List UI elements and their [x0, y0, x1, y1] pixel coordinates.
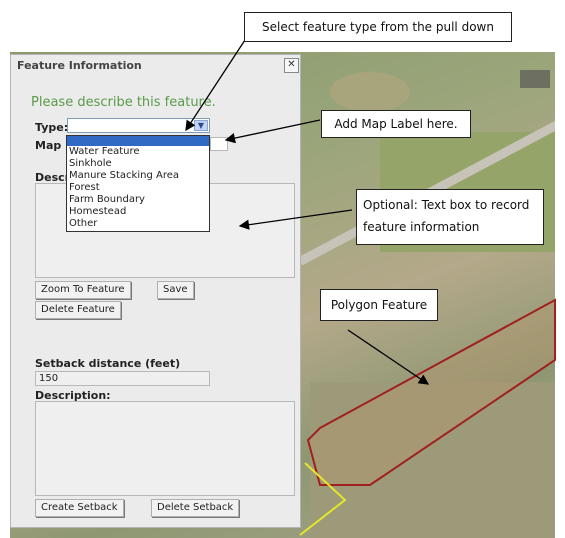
close-icon[interactable]: ✕ — [284, 58, 299, 73]
dropdown-option[interactable]: Sinkhole — [67, 158, 209, 170]
map-building — [520, 70, 550, 88]
setback-distance-value: 150 — [39, 373, 59, 384]
dropdown-option[interactable]: Manure Stacking Area — [67, 170, 209, 182]
setback-distance-label: Setback distance (feet) — [35, 357, 181, 370]
type-dropdown-list[interactable]: Water Feature Sinkhole Manure Stacking A… — [66, 135, 210, 232]
setback-distance-input[interactable]: 150 — [35, 371, 210, 386]
dropdown-selected-blank[interactable] — [67, 136, 209, 146]
dropdown-option[interactable]: Homestead — [67, 206, 209, 218]
callout-optional-text: Optional: Text box to record feature inf… — [356, 189, 544, 245]
dropdown-option[interactable]: Other — [67, 218, 209, 230]
map-field-bottom — [310, 382, 555, 538]
type-label: Type: — [35, 121, 69, 134]
dropdown-option[interactable]: Farm Boundary — [67, 194, 209, 206]
delete-setback-button[interactable]: Delete Setback — [151, 499, 240, 517]
dropdown-option[interactable]: Water Feature — [67, 146, 209, 158]
setback-description-textarea[interactable] — [35, 401, 295, 496]
map-label-input[interactable] — [210, 137, 228, 151]
type-select[interactable]: ▼ — [67, 118, 210, 133]
chevron-down-icon[interactable]: ▼ — [194, 120, 208, 131]
map-field-top — [330, 72, 410, 112]
save-button[interactable]: Save — [157, 281, 194, 299]
feature-information-panel: Feature Information ✕ Please describe th… — [10, 54, 301, 528]
create-setback-button[interactable]: Create Setback — [35, 499, 124, 517]
callout-add-label: Add Map Label here. — [321, 110, 471, 138]
dropdown-option[interactable]: Forest — [67, 182, 209, 194]
panel-title: Feature Information — [17, 59, 142, 72]
zoom-to-feature-button[interactable]: Zoom To Feature — [35, 281, 131, 299]
callout-polygon: Polygon Feature — [320, 289, 438, 321]
delete-feature-button[interactable]: Delete Feature — [35, 301, 121, 319]
callout-select-type: Select feature type from the pull down — [244, 12, 512, 42]
panel-heading: Please describe this feature. — [31, 95, 216, 110]
